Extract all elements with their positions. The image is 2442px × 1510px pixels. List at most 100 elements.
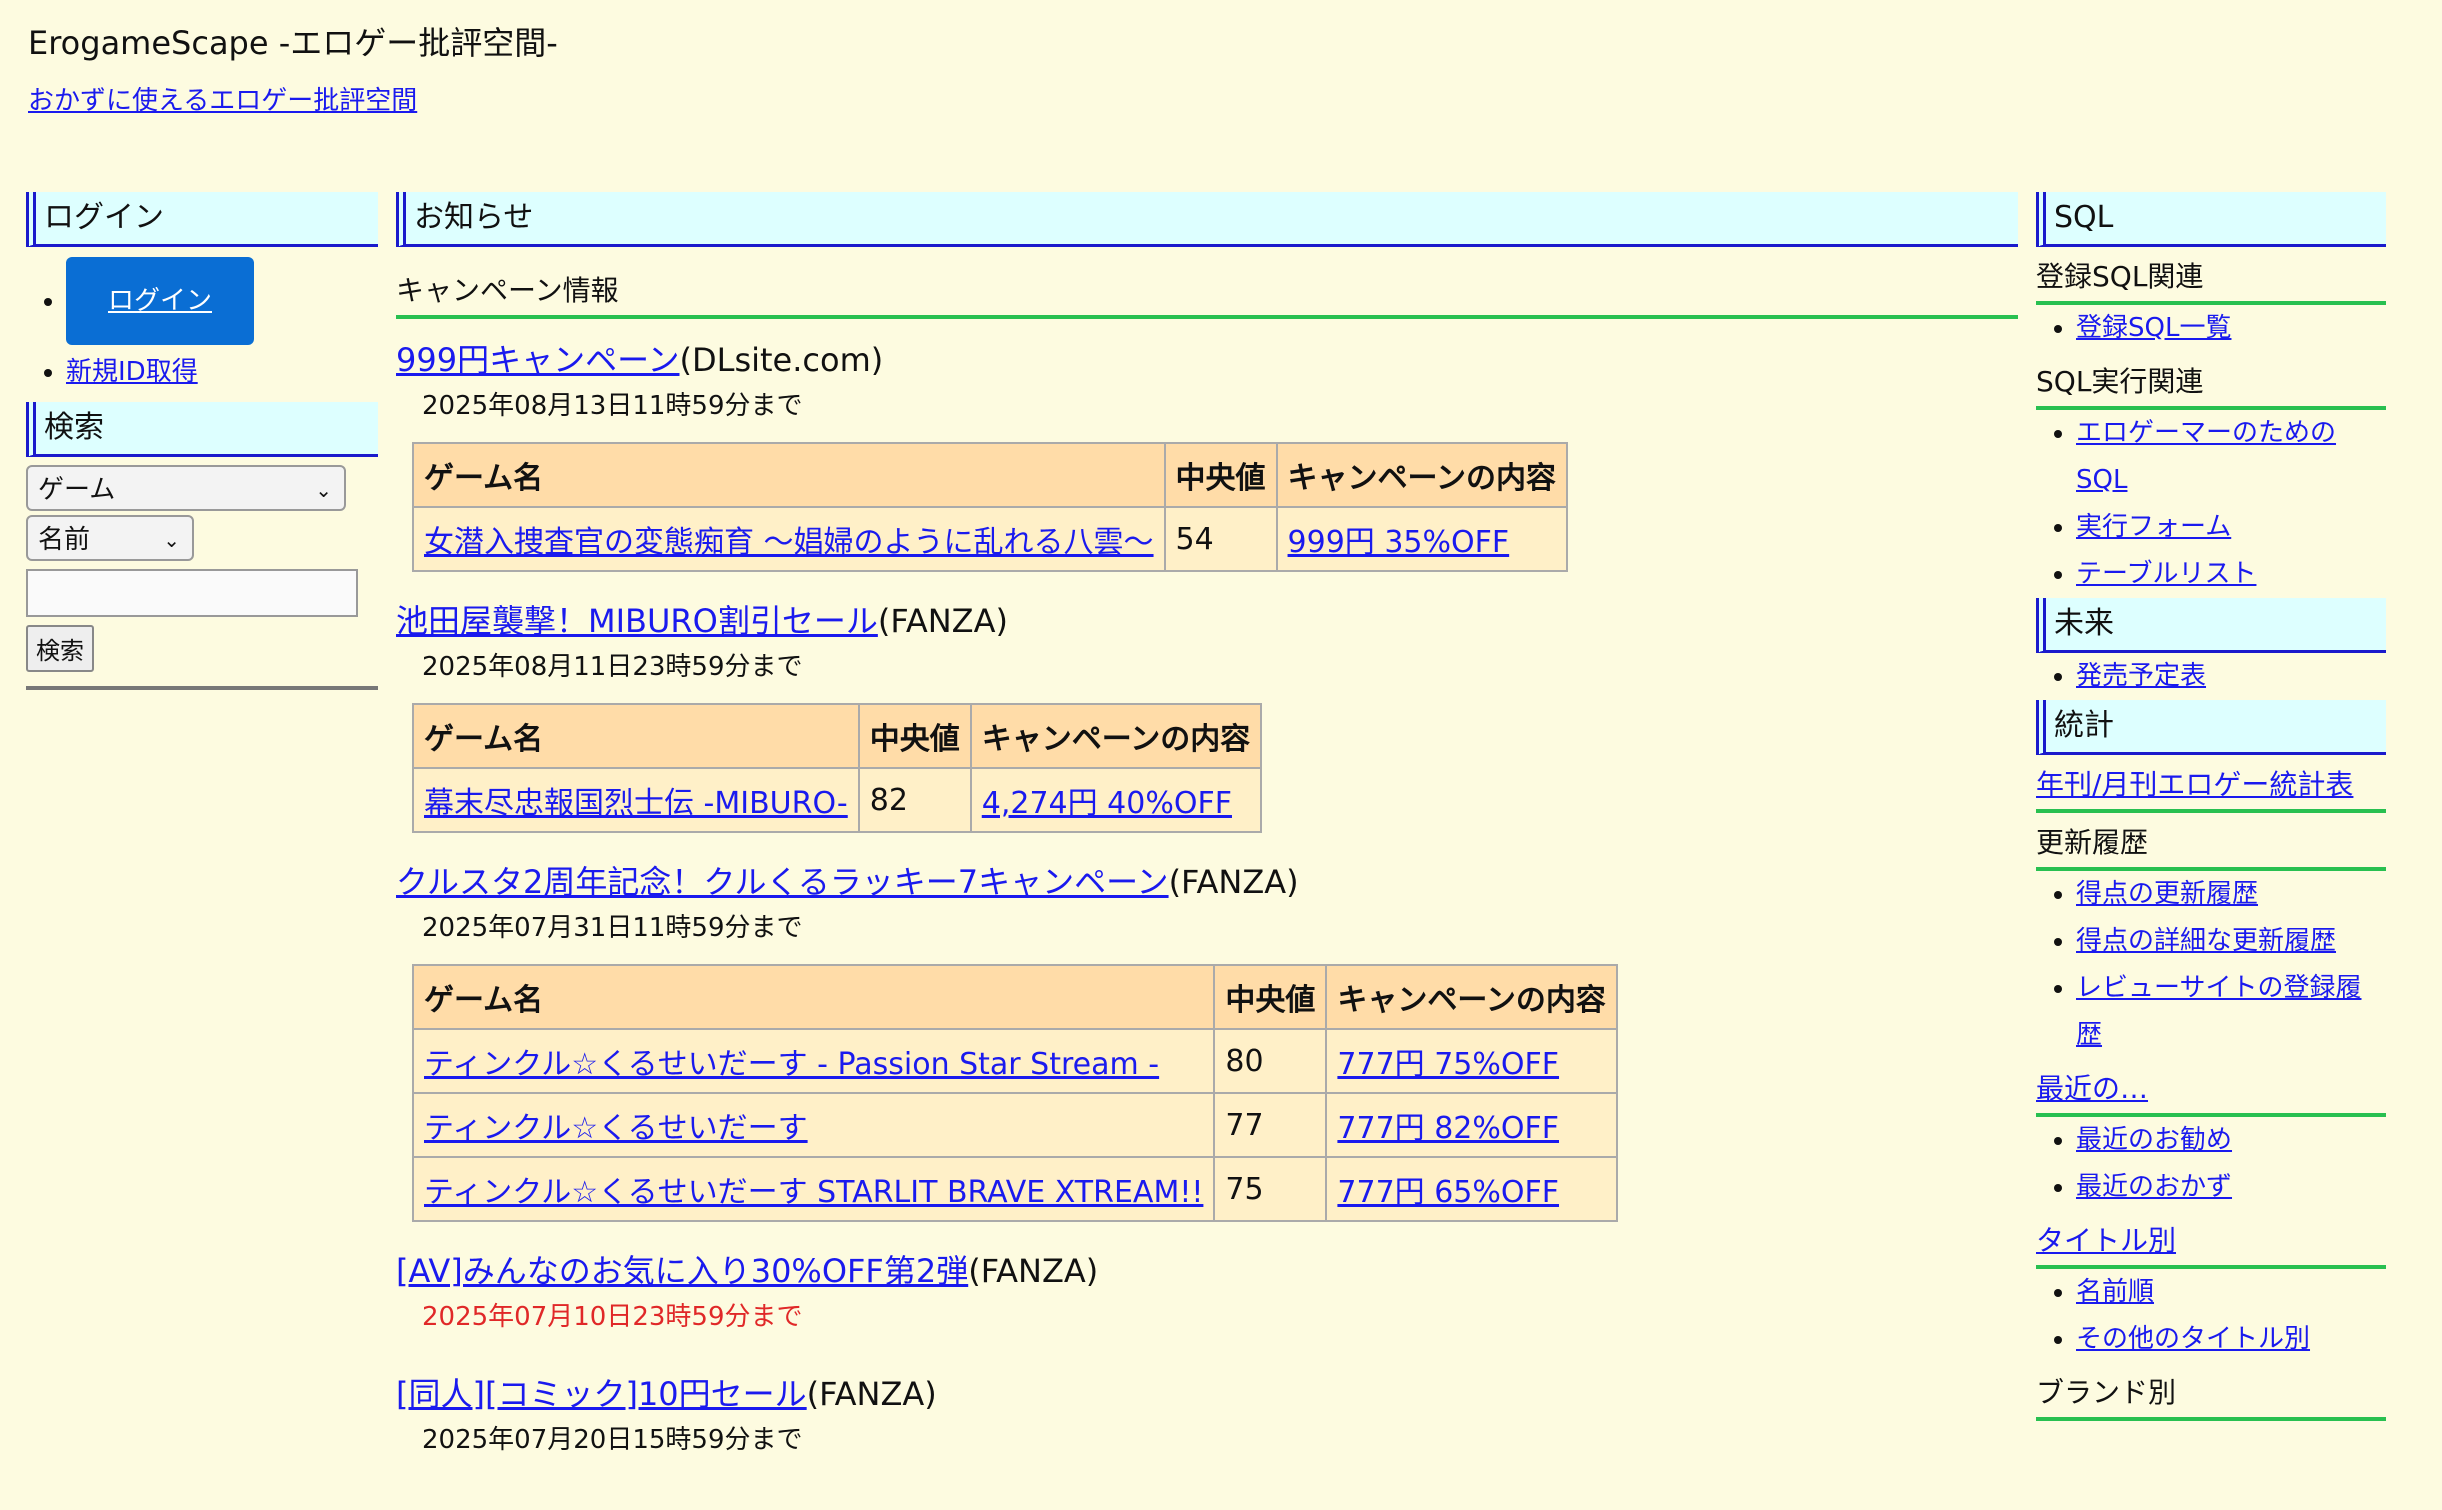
history-list: 得点の更新履歴得点の詳細な更新履歴レビューサイトの登録履歴 [2036, 871, 2386, 1059]
game-link[interactable]: ティンクル☆くるせいだーす [424, 1111, 808, 1146]
game-name-cell: ティンクル☆くるせいだーす - Passion Star Stream - [411, 1028, 1216, 1094]
campaign-title: [同人][コミック]10円セール(FANZA) [396, 1369, 2018, 1415]
title-link[interactable]: タイトル別 [2036, 1224, 2176, 1257]
history-link[interactable]: 得点の更新履歴 [2076, 879, 2258, 909]
recent-link[interactable]: 最近の… [2036, 1072, 2148, 1105]
median-cell: 75 [1213, 1156, 1328, 1222]
login-list: ログイン 新規ID取得 [26, 257, 378, 396]
left-sidebar: ログイン ログイン 新規ID取得 検索 ゲーム ⌄ 名前 ⌄ 検索 [26, 192, 378, 690]
campaign-table: ゲーム名 中央値 キャンペーンの内容幕末尽忠報国烈士伝 -MIBURO- 82 4,27… [412, 703, 1263, 833]
campaign-link[interactable]: 池田屋襲撃！MIBURO割引セール [396, 602, 878, 640]
campaign-content-link[interactable]: 777円 75%OFF [1337, 1047, 1559, 1082]
site-title: ErogameScape -エロゲー批評空間- [28, 24, 558, 62]
game-link[interactable]: ティンクル☆くるせいだーす - Passion Star Stream - [424, 1047, 1159, 1082]
campaign-link[interactable]: [AV]みんなのお気に入り30%OFF第2弾 [396, 1252, 968, 1290]
campaign-link[interactable]: 999円キャンペーン [396, 341, 679, 379]
game-name-cell: ティンクル☆くるせいだーす [411, 1092, 1216, 1158]
campaign-link[interactable]: クルスタ2周年記念！クルくるラッキー7キャンペーン [396, 863, 1169, 901]
history-item: 得点の詳細な更新履歴 [2076, 918, 2386, 965]
table-row: ティンクル☆くるせいだーす STARLIT BRAVE XTREAM!! 75 77… [411, 1156, 1618, 1222]
future-list: 発売予定表 [2036, 653, 2386, 700]
campaign-store: (FANZA) [806, 1375, 937, 1413]
campaign-link[interactable]: [同人][コミック]10円セール [396, 1375, 807, 1413]
history-title: 更新履歴 [2036, 813, 2386, 871]
title-sort-item: その他のタイトル別 [2076, 1316, 2386, 1363]
table-row: 女潜入捜査官の変態痴育 ～娼婦のように乱れる八雲～ 54 999円 35%OFF [412, 506, 1569, 572]
news-header: お知らせ [396, 192, 2018, 247]
median-cell: 77 [1213, 1092, 1328, 1158]
table-row: ティンクル☆くるせいだーす 77 777円 82%OFF [411, 1092, 1618, 1158]
median-cell: 54 [1163, 506, 1278, 572]
exec-sql-title: SQL実行関連 [2036, 352, 2386, 410]
exec-sql-item: 実行フォーム [2076, 504, 2386, 551]
history-item: レビューサイトの登録履歴 [2076, 965, 2386, 1059]
search-form: ゲーム ⌄ 名前 ⌄ 検索 [26, 465, 378, 672]
exec-sql-item: エロゲーマーのための SQL [2076, 410, 2386, 504]
campaign-content-link[interactable]: 777円 82%OFF [1337, 1111, 1559, 1146]
search-button[interactable]: 検索 [26, 625, 94, 672]
campaign-store: (FANZA) [1168, 863, 1299, 901]
campaign-title: 999円キャンペーン(DLsite.com) [396, 335, 2018, 381]
campaign-content-link[interactable]: 4,274円 40%OFF [982, 786, 1232, 821]
recent-link[interactable]: 最近のお勧め [2076, 1125, 2232, 1155]
campaign-deadline: 2025年08月11日23時59分まで [422, 652, 803, 682]
campaign-list: 999円キャンペーン(DLsite.com) 2025年08月13日11時59分ま… [396, 335, 2018, 1476]
login-item: ログイン [66, 257, 378, 345]
history-item: 得点の更新履歴 [2076, 871, 2386, 918]
table-row: 幕末尽忠報国烈士伝 -MIBURO- 82 4,274円 40%OFF [412, 767, 1263, 833]
stats-link[interactable]: 年刊/月刊エロゲー統計表 [2036, 768, 2353, 801]
search-type-value: ゲーム [38, 475, 116, 505]
campaign-store: (FANZA) [968, 1252, 1099, 1290]
table-header-row: ゲーム名 中央値 キャンペーンの内容 [412, 703, 1263, 769]
title-sort-link[interactable]: その他のタイトル別 [2076, 1324, 2310, 1354]
game-name-cell: 女潜入捜査官の変態痴育 ～娼婦のように乱れる八雲～ [412, 506, 1166, 572]
game-link[interactable]: 幕末尽忠報国烈士伝 -MIBURO- [424, 786, 848, 821]
reg-sql-list: 登録SQL一覧 [2036, 305, 2386, 352]
column-header: ゲーム名 [412, 703, 860, 769]
campaign-content-cell: 777円 65%OFF [1325, 1156, 1618, 1222]
login-button[interactable]: ログイン [66, 257, 254, 345]
login-header: ログイン [26, 192, 378, 247]
search-type-select[interactable]: ゲーム ⌄ [26, 465, 346, 511]
site-subtitle-link[interactable]: おかずに使えるエロゲー批評空間 [28, 80, 417, 117]
column-header: ゲーム名 [411, 964, 1216, 1030]
stats-header: 統計 [2036, 700, 2386, 755]
campaign-spacer [396, 1333, 2018, 1353]
history-link[interactable]: 得点の詳細な更新履歴 [2076, 926, 2336, 956]
game-link[interactable]: ティンクル☆くるせいだーす STARLIT BRAVE XTREAM!! [424, 1175, 1203, 1210]
exec-sql-link[interactable]: エロゲーマーのための SQL [2076, 418, 2336, 495]
reg-sql-link[interactable]: 登録SQL一覧 [2076, 313, 2231, 343]
campaign-store: (DLsite.com) [679, 341, 884, 379]
campaign-store: (FANZA) [877, 602, 1008, 640]
recent-item: 最近のお勧め [2076, 1117, 2386, 1164]
exec-sql-link[interactable]: 実行フォーム [2076, 512, 2231, 542]
history-link[interactable]: レビューサイトの登録履歴 [2076, 973, 2361, 1050]
title-list: 名前順その他のタイトル別 [2036, 1269, 2386, 1363]
chevron-down-icon: ⌄ [163, 528, 180, 552]
campaign-deadline: 2025年07月31日11時59分まで [422, 913, 803, 943]
campaign-content-link[interactable]: 999円 35%OFF [1288, 525, 1510, 560]
exec-sql-item: テーブルリスト [2076, 551, 2386, 598]
search-input[interactable] [26, 569, 358, 617]
column-header: キャンペーンの内容 [1325, 964, 1618, 1030]
recent-list: 最近のお勧め最近のおかず [2036, 1117, 2386, 1211]
campaign-content-link[interactable]: 777円 65%OFF [1337, 1175, 1559, 1210]
median-cell: 80 [1213, 1028, 1328, 1094]
future-item: 発売予定表 [2076, 653, 2386, 700]
chevron-down-icon: ⌄ [315, 478, 332, 502]
campaign-deadline: 2025年07月20日15時59分まで [422, 1425, 803, 1455]
game-link[interactable]: 女潜入捜査官の変態痴育 ～娼婦のように乱れる八雲～ [424, 525, 1154, 560]
future-link[interactable]: 発売予定表 [2076, 661, 2206, 691]
campaign-content-cell: 999円 35%OFF [1275, 506, 1569, 572]
campaign-title: クルスタ2周年記念！クルくるラッキー7キャンペーン(FANZA) [396, 857, 2018, 903]
campaign-table: ゲーム名 中央値 キャンペーンの内容 女潜入捜査官の変態痴育 ～娼婦のように乱れる八雲… [412, 442, 1569, 572]
median-cell: 82 [857, 767, 972, 833]
title-sort-link[interactable]: 名前順 [2076, 1277, 2154, 1307]
exec-sql-link[interactable]: テーブルリスト [2076, 559, 2256, 589]
column-header: ゲーム名 [412, 442, 1166, 508]
search-field-select[interactable]: 名前 ⌄ [26, 515, 194, 561]
campaign-table: ゲーム名 中央値 キャンペーンの内容 ティンクル☆くるせいだーす - Passion … [411, 964, 1618, 1222]
recent-link[interactable]: 最近のおかず [2076, 1172, 2232, 1202]
new-id-link[interactable]: 新規ID取得 [66, 357, 198, 387]
campaign-title: 池田屋襲撃！MIBURO割引セール(FANZA) [396, 596, 2018, 642]
